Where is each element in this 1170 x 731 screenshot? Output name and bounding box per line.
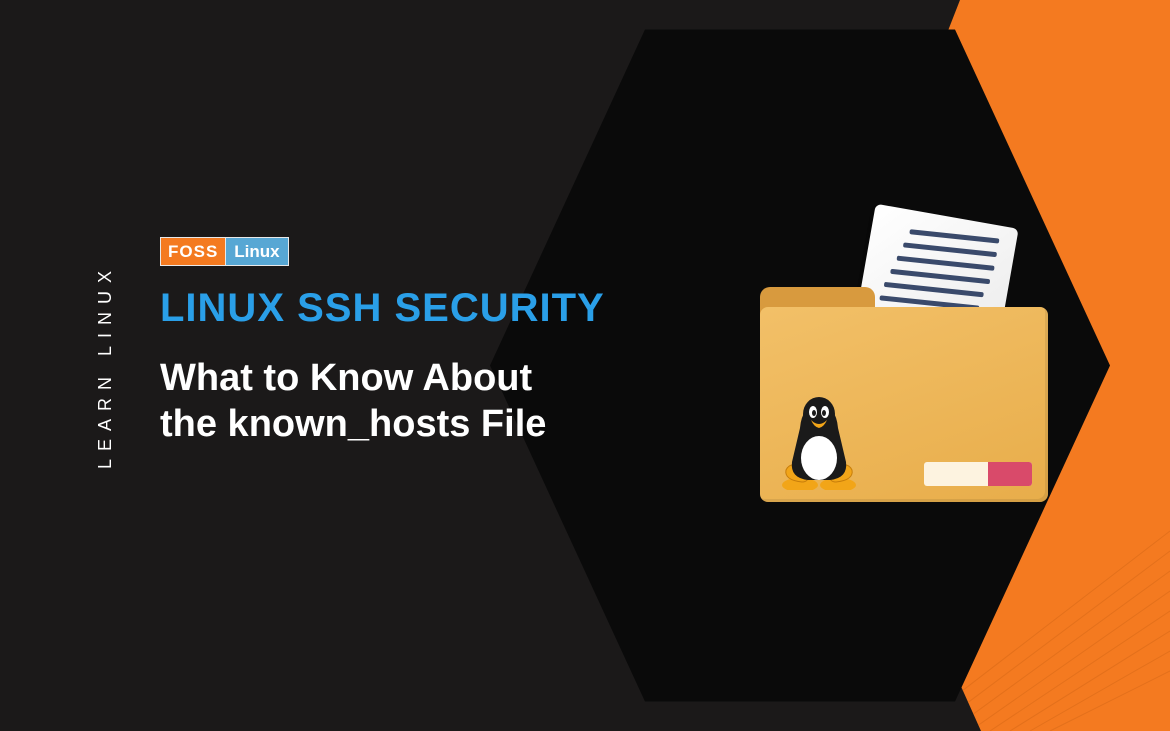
vertical-category-label: LEARN LINUX [95,262,116,468]
tux-linux-icon [776,390,862,490]
folder-illustration [760,245,1050,505]
article-headline: LINUX SSH SECURITY [160,286,605,331]
folder-icon [760,307,1048,502]
main-content: FOSS Linux LINUX SSH SECURITY What to Kn… [160,237,605,448]
article-subtitle: What to Know About the known_hosts File [160,355,605,448]
subtitle-line-1: What to Know About [160,355,605,401]
folder-label-strip [924,462,1032,486]
foss-linux-logo: FOSS Linux [160,237,289,266]
logo-linux-part: Linux [226,237,288,266]
logo-foss-part: FOSS [160,237,226,266]
subtitle-line-2: the known_hosts File [160,401,605,447]
